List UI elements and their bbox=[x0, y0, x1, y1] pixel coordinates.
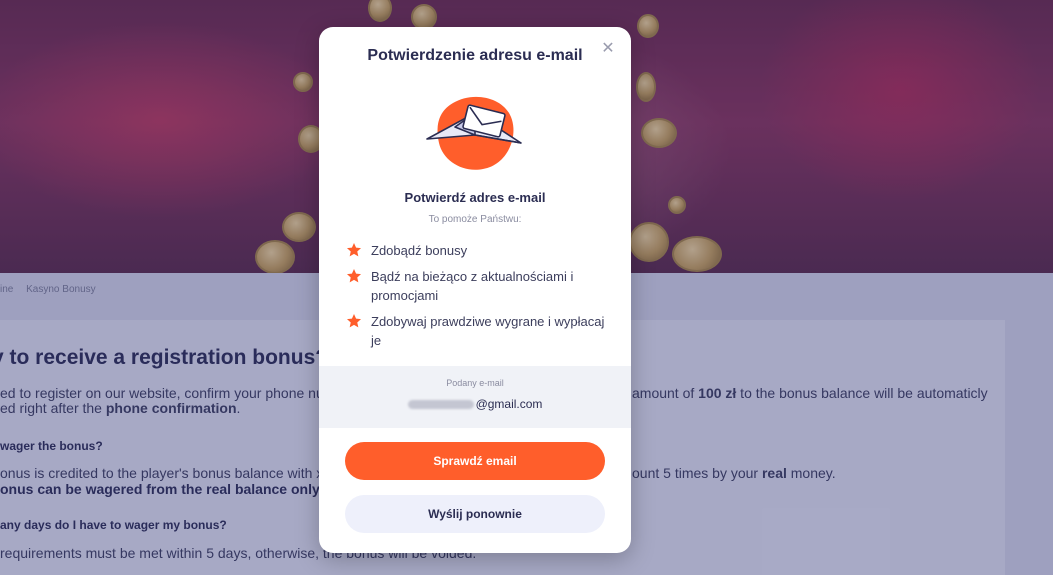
helper-text: To pomoże Państwu: bbox=[428, 214, 522, 225]
email-display: Podany e-mail @gmail.com bbox=[319, 366, 631, 428]
email-confirmation-modal: Potwierdzenie adresu e-mail ✕ Potwierdź … bbox=[319, 27, 631, 553]
email-value: @gmail.com bbox=[319, 397, 631, 411]
close-icon[interactable]: ✕ bbox=[600, 41, 616, 57]
list-item: Zdobądź bonusy bbox=[346, 241, 611, 260]
email-username-redacted bbox=[407, 399, 474, 409]
benefit-text: Zdobądź bonusy bbox=[371, 243, 468, 258]
modal-title: Potwierdzenie adresu e-mail bbox=[367, 47, 583, 64]
email-domain: @gmail.com bbox=[475, 397, 543, 411]
list-item: Bądź na bieżąco z aktualnościami i promo… bbox=[346, 267, 611, 305]
envelope-paper-plane-icon bbox=[426, 96, 522, 170]
star-icon bbox=[347, 243, 361, 257]
star-icon bbox=[347, 314, 361, 328]
benefit-text: Zdobywaj prawdziwe wygrane i wypłacaj je bbox=[371, 314, 605, 348]
resend-button[interactable]: Wyślij ponownie bbox=[345, 495, 605, 533]
star-icon bbox=[347, 269, 361, 283]
modal-subtitle: Potwierdź adres e-mail bbox=[404, 190, 546, 205]
email-label: Podany e-mail bbox=[446, 378, 504, 388]
benefit-list: Zdobądź bonusy Bądź na bieżąco z aktualn… bbox=[346, 241, 611, 357]
check-email-button[interactable]: Sprawdź email bbox=[345, 442, 605, 480]
list-item: Zdobywaj prawdziwe wygrane i wypłacaj je bbox=[346, 312, 611, 350]
benefit-text: Bądź na bieżąco z aktualnościami i promo… bbox=[371, 269, 574, 303]
